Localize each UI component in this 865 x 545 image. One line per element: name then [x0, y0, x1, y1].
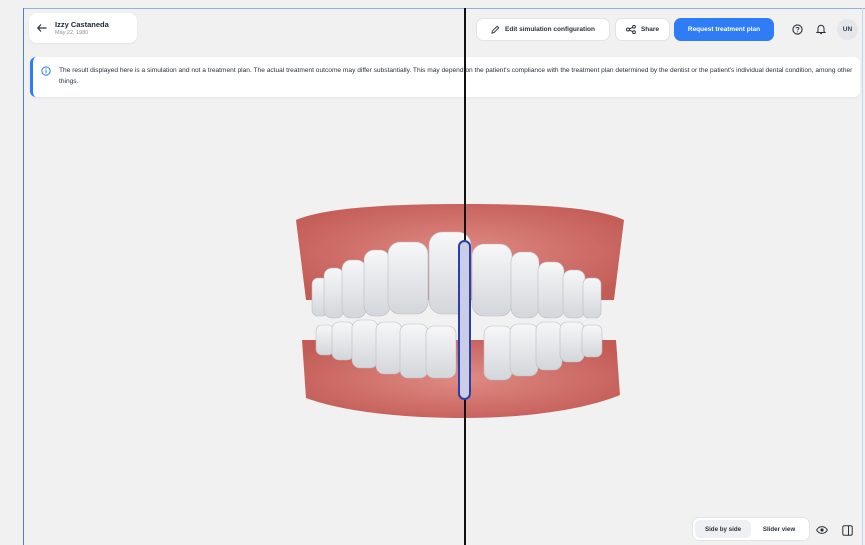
share-button[interactable]: Share	[615, 18, 670, 41]
help-button[interactable]	[789, 21, 806, 38]
viewer-frame-right	[862, 8, 863, 545]
simulation-disclaimer-banner: The result displayed here is a simulatio…	[30, 57, 860, 97]
request-treatment-plan-button[interactable]: Request treatment plan	[674, 18, 774, 41]
back-button[interactable]	[33, 19, 51, 37]
panel-toggle-button[interactable]	[839, 522, 855, 538]
user-avatar[interactable]: UN	[837, 19, 858, 40]
side-by-side-option[interactable]: Side by side	[695, 520, 751, 538]
share-icon	[625, 25, 636, 34]
help-icon	[792, 24, 803, 35]
viewer-frame-top	[23, 8, 865, 9]
patient-name: Izzy Castaneda	[55, 20, 109, 29]
request-treatment-plan-label: Request treatment plan	[687, 26, 761, 33]
arrow-left-icon	[37, 24, 47, 32]
patient-dob: May 22, 1980	[55, 30, 89, 36]
comparison-slider-handle[interactable]	[458, 240, 471, 400]
bell-icon	[815, 24, 826, 35]
slider-view-option[interactable]: Slider view	[751, 520, 807, 538]
info-icon	[41, 66, 51, 76]
visibility-toggle-button[interactable]	[814, 522, 830, 538]
edit-simulation-label: Edit simulation configuration	[505, 26, 595, 33]
eye-icon	[816, 526, 828, 534]
view-mode-toggle: Side by side Slider view	[692, 517, 810, 541]
panel-icon	[841, 524, 853, 536]
dental-model-viewport[interactable]	[24, 100, 862, 545]
edit-simulation-button[interactable]: Edit simulation configuration	[476, 18, 610, 41]
pencil-icon	[491, 25, 500, 34]
notifications-button[interactable]	[812, 21, 829, 38]
disclaimer-text: The result displayed here is a simulatio…	[59, 67, 853, 85]
share-label: Share	[640, 26, 660, 33]
